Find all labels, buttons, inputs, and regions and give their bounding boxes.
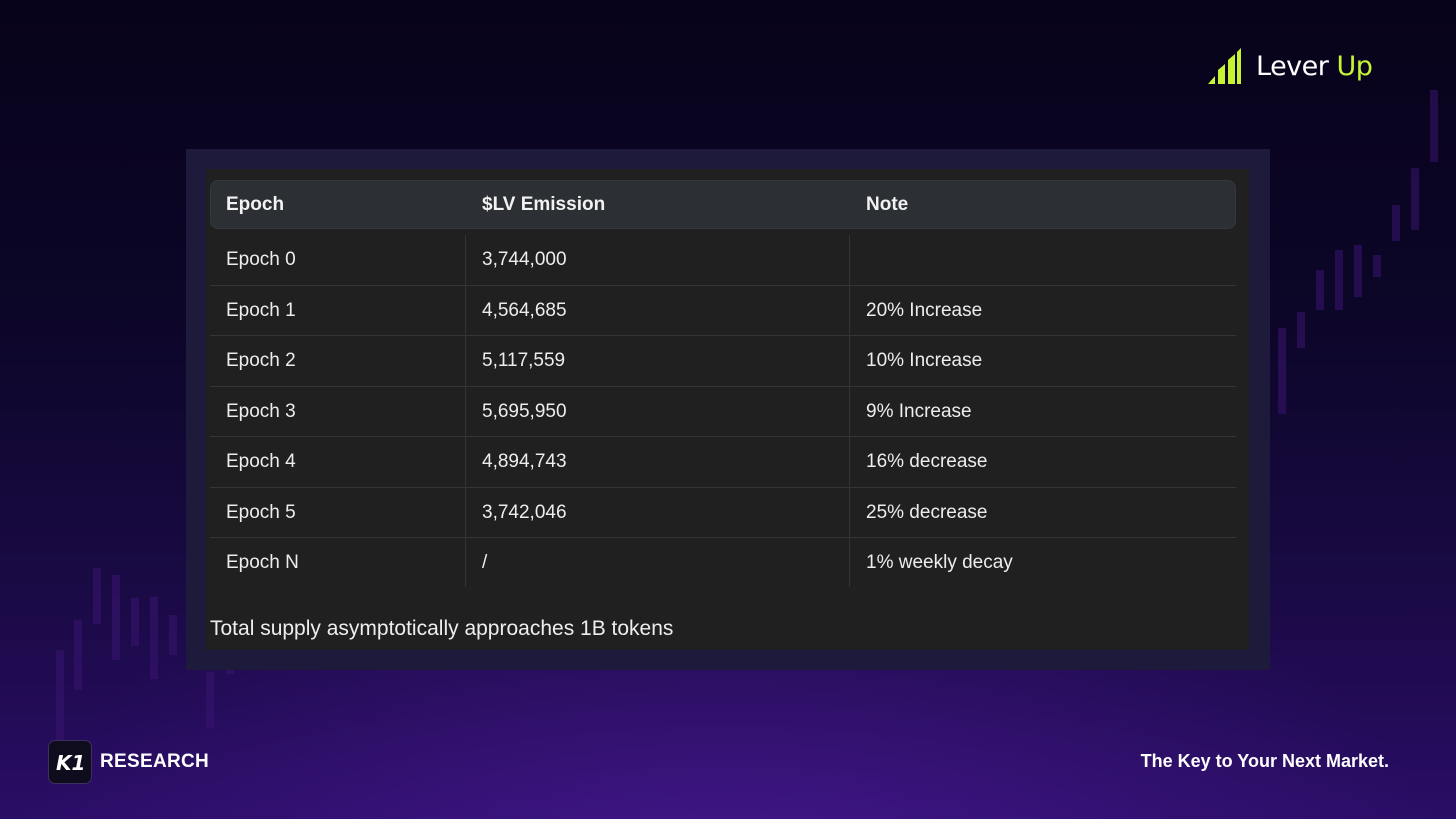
table-cell-note: 20% Increase [866, 300, 983, 321]
k1-logo-icon: K1 [56, 751, 85, 773]
brand-logo: Lever Up [1206, 46, 1373, 86]
k1-logo-text: K1 [56, 751, 85, 773]
column-header-emission: $LV Emission [482, 194, 606, 215]
table-cell-emission: 5,117,559 [482, 350, 566, 371]
row-divider [210, 335, 1236, 336]
k1-badge: K1 [48, 740, 92, 784]
brand-name: Lever Up [1256, 50, 1373, 82]
brand-name-part1: Lever [1256, 50, 1329, 82]
table-cell-emission: 4,564,685 [482, 300, 567, 321]
tagline: The Key to Your Next Market. [1140, 751, 1389, 771]
table-cell-epoch: Epoch 5 [226, 502, 296, 523]
table-cell-emission: 4,894,743 [482, 451, 567, 472]
row-divider [210, 285, 1236, 286]
research-label: RESEARCH [100, 751, 210, 772]
table-cell-emission: / [482, 552, 488, 573]
row-divider [210, 487, 1236, 488]
k1-research-logo: K1 RESEARCH [48, 740, 209, 784]
brand-name-part2: Up [1336, 50, 1373, 82]
table-cell-note: 1% weekly decay [866, 552, 1013, 573]
column-header-epoch: Epoch [226, 194, 285, 215]
ascending-bars-icon [1208, 48, 1241, 84]
table-cell-note: 25% decrease [866, 502, 988, 523]
column-header-note: Note [866, 194, 909, 215]
table-cell-note: 10% Increase [866, 350, 983, 371]
table-cell-epoch: Epoch 3 [226, 401, 296, 422]
table-cell-epoch: Epoch 0 [226, 249, 296, 270]
table-header [210, 180, 1236, 229]
row-divider [210, 436, 1236, 437]
table-cell-epoch: Epoch 1 [226, 300, 296, 321]
table-cell-epoch: Epoch 4 [226, 451, 296, 472]
table-cell-emission: 3,744,000 [482, 249, 567, 270]
table-footnote: Total supply asymptotically approaches 1… [210, 617, 674, 640]
table-panel [206, 169, 1249, 650]
column-divider [465, 235, 466, 587]
column-divider [849, 235, 850, 587]
table-cell-emission: 3,742,046 [482, 502, 567, 523]
table-cell-note: 9% Increase [866, 401, 972, 422]
row-divider [210, 386, 1236, 387]
row-divider [210, 537, 1236, 538]
table-cell-note: 16% decrease [866, 451, 988, 472]
table-cell-emission: 5,695,950 [482, 401, 567, 422]
table-cell-epoch: Epoch 2 [226, 350, 296, 371]
table-cell-epoch: Epoch N [226, 552, 299, 573]
